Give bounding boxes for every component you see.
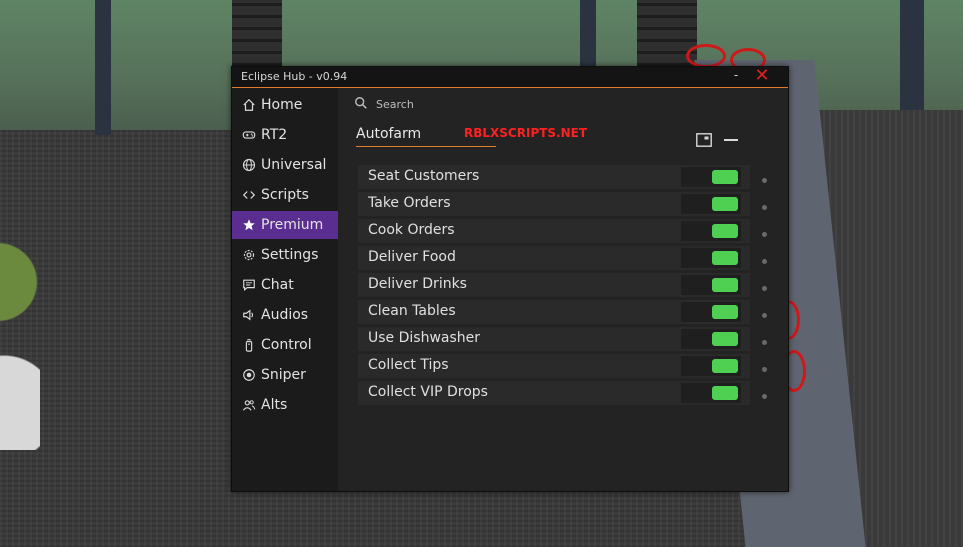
window-toggle-icon[interactable] [696, 132, 712, 147]
toggle-label: Take Orders [368, 195, 451, 211]
code-icon [241, 187, 257, 203]
potted-plant [0, 240, 40, 450]
sidebar-item-control[interactable]: Control [232, 331, 338, 359]
toggle-row-take-orders[interactable]: Take Orders [358, 192, 767, 216]
toggle-row-cook-orders[interactable]: Cook Orders [358, 219, 767, 243]
toggle-label: Seat Customers [368, 168, 480, 184]
sidebar-item-label: Settings [261, 247, 319, 263]
target-icon [241, 367, 257, 383]
toggle-switch[interactable] [681, 356, 741, 376]
sidebar-item-label: Chat [261, 277, 294, 293]
sidebar-item-scripts[interactable]: Scripts [232, 181, 338, 209]
toggle-on-indicator [712, 386, 738, 400]
toggle-on-indicator [712, 359, 738, 373]
sidebar-item-label: Sniper [261, 367, 306, 383]
toggle-label: Cook Orders [368, 222, 455, 238]
window-title: Eclipse Hub - v0.94 [241, 70, 348, 83]
toggle-label: Deliver Drinks [368, 276, 467, 292]
sidebar-item-label: Premium [261, 217, 324, 233]
sidebar-item-label: Audios [261, 307, 309, 323]
info-dot-icon [762, 340, 767, 345]
minimize-button[interactable]: - [729, 68, 743, 82]
toggle-row-clean-tables[interactable]: Clean Tables [358, 300, 767, 324]
search-icon [354, 95, 368, 114]
info-dot-icon [762, 232, 767, 237]
sidebar-item-universal[interactable]: Universal [232, 151, 338, 179]
toggle-switch[interactable] [681, 248, 741, 268]
toggle-on-indicator [712, 332, 738, 346]
sidebar-item-label: Home [261, 97, 303, 113]
brick-pillar [232, 0, 282, 66]
sidebar-item-alts[interactable]: Alts [232, 391, 338, 419]
toggle-on-indicator [712, 251, 738, 265]
search-bar[interactable] [354, 95, 576, 113]
toggle-label: Clean Tables [368, 303, 456, 319]
title-bar[interactable]: Eclipse Hub - v0.94 - ✕ [232, 65, 788, 88]
sidebar-item-sniper[interactable]: Sniper [232, 361, 338, 389]
toggle-label: Collect VIP Drops [368, 384, 488, 400]
globe-icon [241, 157, 257, 173]
main-panel: Autofarm RBLXSCRIPTS.NET Seat Customers … [338, 88, 788, 491]
toggle-row-deliver-drinks[interactable]: Deliver Drinks [358, 273, 767, 297]
section-underline [356, 146, 496, 147]
watermark-text: RBLXSCRIPTS.NET [464, 126, 588, 140]
gear-icon [241, 247, 257, 263]
info-dot-icon [762, 394, 767, 399]
toggle-switch[interactable] [681, 383, 741, 403]
sidebar-item-label: Alts [261, 397, 288, 413]
toggle-switch[interactable] [681, 167, 741, 187]
sidebar-item-label: RT2 [261, 127, 288, 143]
chat-icon [241, 277, 257, 293]
info-dot-icon [762, 286, 767, 291]
info-dot-icon [762, 313, 767, 318]
close-button[interactable]: ✕ [753, 65, 771, 87]
sidebar-item-settings[interactable]: Settings [232, 241, 338, 269]
sidebar-item-label: Universal [261, 157, 327, 173]
section-title: Autofarm [356, 126, 422, 142]
toggle-switch[interactable] [681, 302, 741, 322]
sidebar-item-premium[interactable]: Premium [232, 211, 338, 239]
sidebar-item-audios[interactable]: Audios [232, 301, 338, 329]
toggle-row-deliver-food[interactable]: Deliver Food [358, 246, 767, 270]
toggle-on-indicator [712, 278, 738, 292]
info-dot-icon [762, 205, 767, 210]
toggle-switch[interactable] [681, 194, 741, 214]
toggle-label: Collect Tips [368, 357, 449, 373]
toggle-switch[interactable] [681, 275, 741, 295]
home-icon [241, 97, 257, 113]
toggle-row-use-dishwasher[interactable]: Use Dishwasher [358, 327, 767, 351]
star-icon [241, 217, 257, 233]
speaker-icon [241, 307, 257, 323]
window-frame [95, 0, 111, 135]
toggle-row-collect-vip-drops[interactable]: Collect VIP Drops [358, 381, 767, 405]
collapse-section-icon[interactable] [724, 139, 738, 141]
toggle-switch[interactable] [681, 221, 741, 241]
gamepad-icon [241, 127, 257, 143]
toggle-row-seat-customers[interactable]: Seat Customers [358, 165, 767, 189]
toggle-on-indicator [712, 305, 738, 319]
toggle-label: Deliver Food [368, 249, 456, 265]
toggle-on-indicator [712, 197, 738, 211]
info-dot-icon [762, 178, 767, 183]
sidebar-item-chat[interactable]: Chat [232, 271, 338, 299]
toggle-on-indicator [712, 170, 738, 184]
toggle-switch[interactable] [681, 329, 741, 349]
toggle-label: Use Dishwasher [368, 330, 481, 346]
sidebar-item-label: Control [261, 337, 312, 353]
eclipse-hub-window[interactable]: Eclipse Hub - v0.94 - ✕ Home RT2 Univers… [231, 65, 789, 492]
remote-icon [241, 337, 257, 353]
users-icon [241, 397, 257, 413]
info-dot-icon [762, 367, 767, 372]
info-dot-icon [762, 259, 767, 264]
toggle-row-collect-tips[interactable]: Collect Tips [358, 354, 767, 378]
sidebar: Home RT2 Universal Scripts Premium Setti… [232, 88, 338, 491]
sidebar-item-rt2[interactable]: RT2 [232, 121, 338, 149]
sidebar-item-home[interactable]: Home [232, 91, 338, 119]
toggle-on-indicator [712, 224, 738, 238]
stove-burner [686, 44, 726, 68]
sidebar-item-label: Scripts [261, 187, 309, 203]
search-input[interactable] [376, 97, 576, 111]
